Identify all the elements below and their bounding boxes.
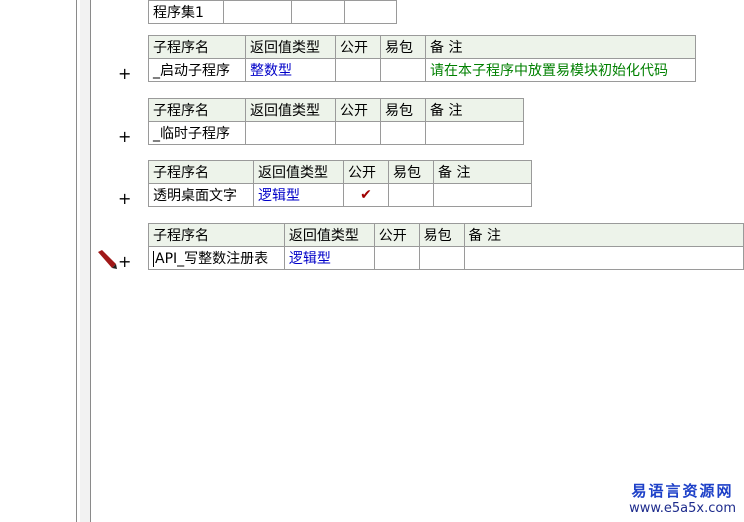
header-return-type: 返回值类型 (245, 98, 336, 122)
table-row: _启动子程序 整数型 请在本子程序中放置易模块初始化代码 (148, 58, 696, 82)
return-type-cell[interactable]: 逻辑型 (253, 183, 344, 207)
header-easy-pack: 易包 (388, 160, 434, 184)
watermark-title: 易语言资源网 (631, 482, 734, 500)
public-cell[interactable] (335, 58, 381, 82)
header-easy-pack: 易包 (418, 223, 465, 247)
expand-icon[interactable]: + (118, 127, 131, 146)
header-name: 子程序名 (148, 223, 285, 247)
header-note: 备 注 (463, 223, 744, 247)
sub-table-4: 子程序名 返回值类型 公开 易包 备 注 API_写整数注册表 逻辑型 (148, 223, 744, 270)
assembly-table: 程序集1 (148, 0, 397, 24)
header-name: 子程序名 (148, 160, 254, 184)
easy-pack-cell[interactable] (380, 121, 426, 145)
sub-name-text: API_写整数注册表 (155, 251, 269, 267)
watermark-url: www.e5a5x.com (629, 501, 736, 516)
note-cell[interactable]: 请在本子程序中放置易模块初始化代码 (425, 58, 696, 82)
sub-table-3: 子程序名 返回值类型 公开 易包 备 注 透明桌面文字 逻辑型 ✔ (148, 160, 532, 207)
public-cell[interactable] (373, 246, 420, 270)
expand-icon[interactable]: + (118, 189, 131, 208)
header-public: 公开 (343, 160, 389, 184)
header-name: 子程序名 (148, 35, 246, 59)
assembly-name-cell[interactable]: 程序集1 (148, 0, 224, 24)
watermark: 易语言资源网 www.e5a5x.com (629, 480, 736, 516)
gutter-band (80, 0, 90, 522)
note-cell[interactable] (433, 183, 532, 207)
header-return-type: 返回值类型 (245, 35, 336, 59)
sub-name-cell[interactable]: _启动子程序 (148, 58, 246, 82)
header-easy-pack: 易包 (380, 35, 426, 59)
public-check-icon[interactable]: ✔ (343, 183, 389, 207)
expand-icon[interactable]: + (118, 64, 131, 83)
return-type-cell[interactable]: 整数型 (245, 58, 336, 82)
header-note: 备 注 (425, 35, 696, 59)
header-note: 备 注 (425, 98, 524, 122)
sub-name-cell[interactable]: _临时子程序 (148, 121, 246, 145)
note-cell[interactable] (425, 121, 524, 145)
sub-name-cell[interactable]: API_写整数注册表 (148, 246, 285, 270)
header-return-type: 返回值类型 (283, 223, 375, 247)
sub-table-1: 子程序名 返回值类型 公开 易包 备 注 _启动子程序 整数型 请在本子程序中放… (148, 35, 696, 82)
expand-icon[interactable]: + (118, 252, 131, 271)
header-public: 公开 (335, 98, 381, 122)
table-row: API_写整数注册表 逻辑型 (148, 246, 744, 270)
easy-pack-cell[interactable] (418, 246, 465, 270)
header-name: 子程序名 (148, 98, 246, 122)
return-type-cell[interactable]: 逻辑型 (283, 246, 375, 270)
table-row: 透明桌面文字 逻辑型 ✔ (148, 183, 532, 207)
public-cell[interactable] (335, 121, 381, 145)
header-public: 公开 (335, 35, 381, 59)
table-row: _临时子程序 (148, 121, 524, 145)
sub-table-2: 子程序名 返回值类型 公开 易包 备 注 _临时子程序 (148, 98, 524, 145)
note-cell[interactable] (463, 246, 744, 270)
easy-pack-cell[interactable] (380, 58, 426, 82)
header-note: 备 注 (433, 160, 532, 184)
header-public: 公开 (373, 223, 420, 247)
return-type-cell[interactable] (245, 121, 336, 145)
sub-name-cell[interactable]: 透明桌面文字 (148, 183, 254, 207)
easy-pack-cell[interactable] (388, 183, 434, 207)
gutter-line-right (90, 0, 91, 522)
header-easy-pack: 易包 (380, 98, 426, 122)
header-return-type: 返回值类型 (253, 160, 344, 184)
edit-pencil-icon (98, 250, 117, 269)
text-cursor (153, 251, 154, 267)
gutter-line-left (76, 0, 77, 522)
